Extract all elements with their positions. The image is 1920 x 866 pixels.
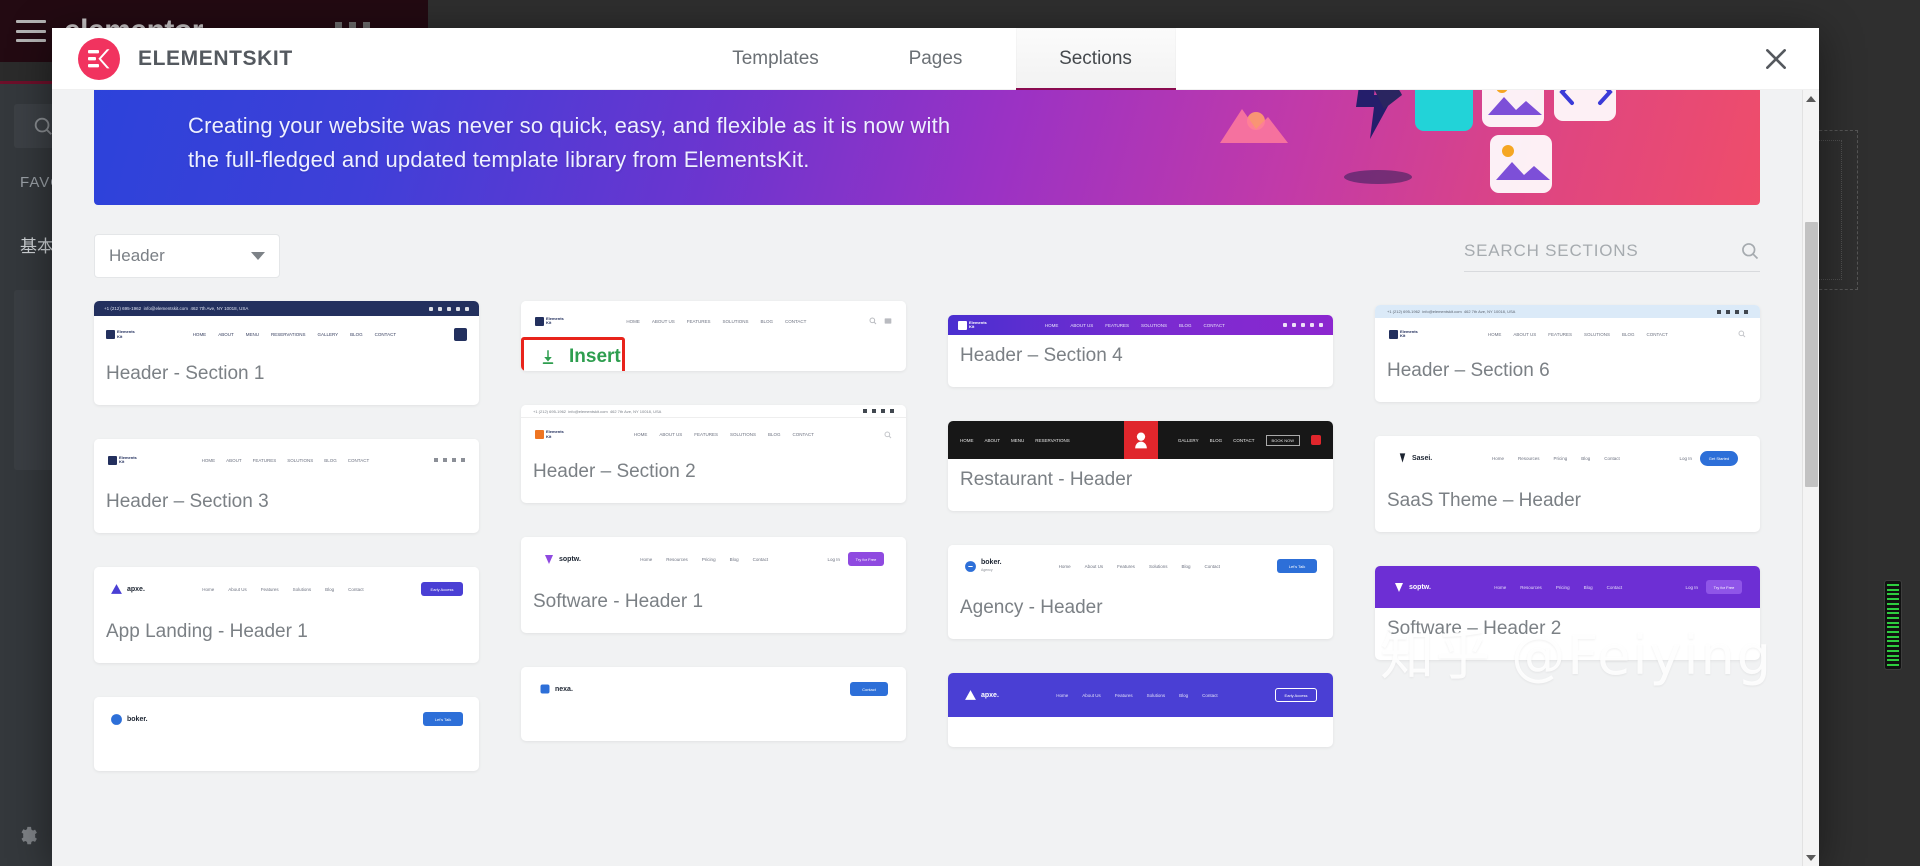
section-thumbnail: Elements Kit HOME ABOUT FEATURES SOLUTIONS BL… [94,439,479,481]
modal-tabs: Templates Pages Sections [52,28,1819,92]
search-icon [34,117,52,135]
section-card-title: Header - Section 1 [106,363,265,384]
category-filter-select[interactable]: Header [94,234,280,278]
section-card[interactable]: Sasei. Home Resources Pricing Blog Contact L… [1375,436,1760,532]
sections-grid: +1 (212) 695-1962 info@elementskit.com 4… [94,301,1760,805]
section-card[interactable]: soptw. Home Resources Pricing Blog Contact L… [521,537,906,633]
section-thumbnail: +1 (212) 695-1962 info@elementskit.com 4… [521,405,906,451]
search-input[interactable] [1464,240,1704,261]
section-thumbnail: +1 (212) 695-1962 info@elementskit.com 4… [94,301,479,353]
search-icon[interactable] [1740,241,1760,261]
section-card[interactable]: +1 (212) 695-1962 info@elementskit.com 4… [521,405,906,503]
section-card-title: Header – Section 3 [106,491,269,512]
tab-pages[interactable]: Pages [856,28,1016,90]
section-card[interactable]: apxe. Home About Us Features Solutions Blog C… [94,567,479,663]
section-thumbnail: soptw. Home Resources Pricing Blog Contact L… [521,537,906,581]
scrollbar-thumb[interactable] [1805,222,1818,487]
section-card-title: Header – Section 2 [533,461,696,482]
section-card[interactable]: boker. Agency Home About Us Features Solutio… [948,545,1333,639]
section-thumbnail: boker. Agency Home About Us Features Solutio… [948,545,1333,587]
section-card[interactable]: +1 (212) 695-1962 info@elementskit.com 4… [94,301,479,405]
promo-banner-text: Creating your website was never so quick… [188,113,951,173]
editor-green-indicator [1884,580,1902,670]
section-card-title [521,711,906,741]
scroll-down-button[interactable] [1803,849,1819,866]
section-card[interactable]: Elements Kit HOME ABOUT US FEATURES SOLUTION… [948,315,1333,387]
section-thumbnail: Elements Kit HOME ABOUT US FEATURES SOLUTION… [521,301,906,341]
search-sections-field[interactable] [1464,240,1760,272]
section-thumbnail: apxe. Home About Us Features Solutions Blog C… [94,567,479,611]
section-card-title [948,717,1333,747]
chevron-down-icon [251,252,265,260]
section-card[interactable]: +1 (212) 695-1962 info@elementskit.com 4… [1375,305,1760,402]
grid-column-2: Elements Kit HOME ABOUT US FEATURES SOLUTION… [521,301,906,805]
insert-button-label: Insert [569,346,621,368]
section-card[interactable]: soptw. Home Resources Pricing Blog Contact L… [1375,566,1760,660]
promo-banner: Creating your website was never so quick… [94,90,1760,205]
scroll-up-button[interactable] [1803,90,1819,107]
section-thumbnail: Elements Kit HOME ABOUT US FEATURES SOLUTION… [948,315,1333,335]
section-card-title [94,741,479,771]
category-filter-value: Header [109,246,165,265]
section-card[interactable]: apxe. Home About Us Features Solutions Blog C… [948,673,1333,747]
grid-column-1: +1 (212) 695-1962 info@elementskit.com 4… [94,301,479,805]
section-thumbnail: HOME ABOUT MENU RESERVATIONS GALLERY BLOG CON… [948,421,1333,459]
tab-sections[interactable]: Sections [1015,28,1176,92]
section-card-title: Agency - Header [960,597,1103,618]
library-toolbar: Header [94,233,1760,279]
gear-icon[interactable] [16,825,38,852]
section-thumbnail: boker. Let's Talk [94,697,479,741]
modal-scrollbar[interactable] [1802,90,1819,866]
hamburger-icon[interactable] [16,20,46,42]
section-card-title: Software - Header 1 [533,591,704,612]
section-card-title: Header – Section 6 [1387,360,1550,381]
section-card[interactable]: nexa. Contact [521,667,906,741]
modal-scroll-area: Creating your website was never so quick… [52,90,1802,866]
download-icon [542,350,554,365]
section-card-title: SaaS Theme – Header [1387,490,1581,511]
section-thumbnail: nexa. Contact [521,667,906,711]
section-card[interactable]: boker. Let's Talk [94,697,479,771]
modal-body: Creating your website was never so quick… [52,90,1819,866]
section-thumbnail: apxe. Home About Us Features Solutions Blog C… [948,673,1333,717]
grid-column-4: +1 (212) 695-1962 info@elementskit.com 4… [1375,301,1760,805]
tab-templates[interactable]: Templates [696,28,856,90]
triangle-up-icon [1806,95,1816,102]
section-card-title: App Landing - Header 1 [106,621,308,642]
editor-category-label: 基本 [20,237,54,256]
section-card-title: Software – Header 2 [1387,618,1562,639]
close-icon[interactable] [1759,42,1793,76]
section-card-title: Header – Section 4 [960,345,1123,366]
triangle-down-icon [1806,854,1816,861]
grid-column-3: Elements Kit HOME ABOUT US FEATURES SOLUTION… [948,301,1333,805]
elementskit-template-library-modal: ELEMENTSKIT Templates Pages Sections Cre… [52,28,1819,866]
section-card-title: Restaurant - Header [960,469,1133,490]
modal-header: ELEMENTSKIT Templates Pages Sections [52,28,1819,92]
section-card[interactable]: HOME ABOUT MENU RESERVATIONS GALLERY BLOG CON… [948,421,1333,511]
section-thumbnail: +1 (212) 695-1962 info@elementskit.com 4… [1375,305,1760,350]
insert-button[interactable]: Insert [525,340,635,371]
section-card[interactable]: Elements Kit HOME ABOUT FEATURES SOLUTIONS BL… [94,439,479,533]
promo-banner-illustration [1110,90,1730,205]
section-card-hovered[interactable]: Elements Kit HOME ABOUT US FEATURES SOLUTION… [521,301,906,371]
section-thumbnail: soptw. Home Resources Pricing Blog Contact L… [1375,566,1760,608]
section-thumbnail: Sasei. Home Resources Pricing Blog Contact L… [1375,436,1760,480]
